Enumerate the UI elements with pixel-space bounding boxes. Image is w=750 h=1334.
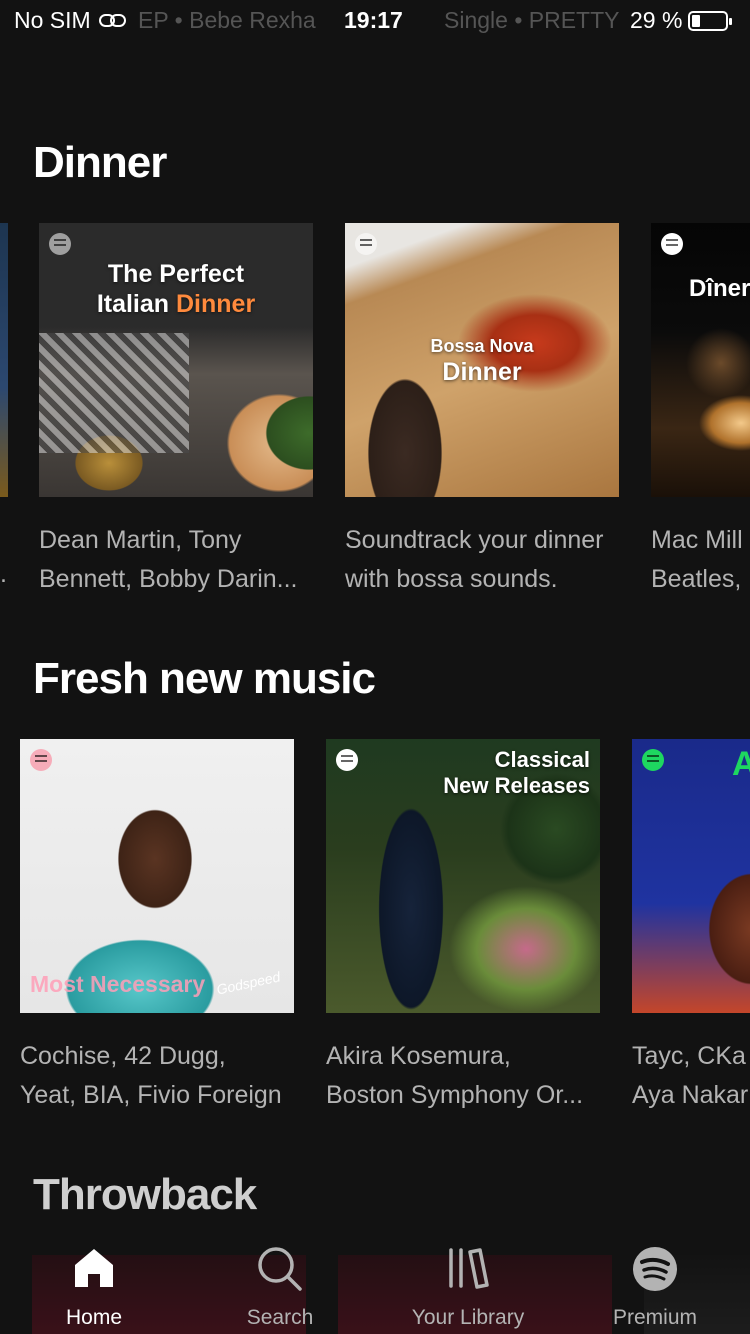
now-playing-marquee-secondary: Single • PRETTY [444, 7, 620, 33]
battery-indicator: 29 % [630, 7, 733, 34]
status-bar: No SIM EP • Bebe Rexha 19:17 Single • PR… [0, 0, 750, 40]
library-icon [449, 1248, 489, 1289]
playlist-card[interactable]: Classical New Releases Akira Kosemura, B… [326, 739, 600, 1115]
home-icon [75, 1249, 113, 1287]
playlist-cover[interactable]: Classical New Releases [326, 739, 600, 1013]
tab-label: Home [65, 1306, 123, 1329]
playlist-cover[interactable]: Dîner [651, 223, 750, 497]
tab-label: Your Library [411, 1306, 525, 1329]
link-icon [98, 13, 127, 29]
playlist-card[interactable]: Bossa Nova Dinner Soundtrack your dinner… [345, 223, 619, 599]
description-line2: with bossa sounds. [345, 565, 558, 593]
cover-title-line1: Bossa Nova [430, 336, 534, 356]
battery-percent: 29 % [630, 7, 683, 33]
card-partial-left[interactable] [0, 223, 8, 497]
cover-title-line1: Classical [494, 747, 590, 772]
playlist-description: Soundtrack your dinner with bossa sounds… [345, 521, 635, 599]
description-line2: Bennett, Bobby Darin... [39, 565, 298, 593]
search-icon [258, 1247, 302, 1291]
spotify-logo-icon [355, 233, 377, 255]
cover-title-line2: Italian Dinner [39, 289, 313, 319]
description-line1: Dean Martin, Tony [39, 526, 242, 554]
cover-title-line2a: Italian [96, 290, 176, 318]
carrier-indicator: No SIM [14, 7, 127, 34]
playlist-card[interactable]: Dîner Mac Mill Beatles, [651, 223, 750, 599]
playlist-card[interactable]: A Tayc, CKa Aya Nakar [632, 739, 750, 1115]
spotify-logo-icon [30, 749, 52, 771]
description-line1: Soundtrack your dinner [345, 526, 604, 554]
now-playing-marquee: EP • Bebe Rexha [138, 7, 316, 33]
playlist-description: Cochise, 42 Dugg, Yeat, BIA, Fivio Forei… [20, 1037, 310, 1115]
playlist-cover[interactable]: Bossa Nova Dinner [345, 223, 619, 497]
cover-title-line2b: Dinner [176, 290, 256, 318]
clock: 19:17 [344, 7, 403, 33]
playlist-cover[interactable]: Most Necessary Godspeed [20, 739, 294, 1013]
playlist-card[interactable]: Most Necessary Godspeed Cochise, 42 Dugg… [20, 739, 294, 1115]
cover-title-line2: New Releases [443, 773, 590, 798]
description-line2: Yeat, BIA, Fivio Foreign [20, 1081, 282, 1109]
cover-title: Dîner [689, 275, 750, 302]
description-line2: Beatles, [651, 565, 742, 593]
description-line2: Boston Symphony Or... [326, 1081, 584, 1109]
spotify-icon [633, 1247, 677, 1291]
description-line1: Cochise, 42 Dugg, [20, 1042, 226, 1070]
newspaper-texture [39, 333, 189, 453]
section-title-throwback: Throwback [33, 1170, 257, 1219]
spotify-logo-icon [49, 233, 71, 255]
spotify-logo-icon [336, 749, 358, 771]
playlist-card[interactable]: The Perfect Italian Dinner Dean Martin, … [39, 223, 313, 599]
carrier-label: No SIM [14, 7, 91, 33]
tab-label: Search [246, 1306, 314, 1329]
playlist-description: Tayc, CKa Aya Nakar [632, 1037, 750, 1115]
playlist-description: Mac Mill Beatles, [651, 521, 750, 599]
cover-signature: Godspeed [215, 968, 282, 998]
playlist-cover[interactable]: A [632, 739, 750, 1013]
spotify-logo-icon [661, 233, 683, 255]
description-line1: Akira Kosemura, [326, 1042, 511, 1070]
description-line1: Mac Mill [651, 526, 743, 554]
section-title-dinner: Dinner [33, 138, 167, 187]
card-partial-left-desc: . [0, 560, 7, 588]
playlist-description: Akira Kosemura, Boston Symphony Or... [326, 1037, 616, 1115]
cover-title: A [732, 745, 750, 783]
playlist-description: Dean Martin, Tony Bennett, Bobby Darin..… [39, 521, 329, 599]
cover-title-line1: The Perfect [107, 260, 245, 288]
cover-caption: Most Necessary [30, 971, 206, 997]
description-line1: Tayc, CKa [632, 1042, 746, 1070]
description-line2: Aya Nakar [632, 1081, 749, 1109]
spotify-logo-icon [642, 749, 664, 771]
playlist-cover[interactable]: The Perfect Italian Dinner [39, 223, 313, 497]
battery-icon [688, 10, 733, 31]
cover-title-line2: Dinner [442, 358, 522, 386]
tab-label: Premium [612, 1306, 697, 1329]
section-title-fresh-new-music: Fresh new music [33, 654, 376, 703]
